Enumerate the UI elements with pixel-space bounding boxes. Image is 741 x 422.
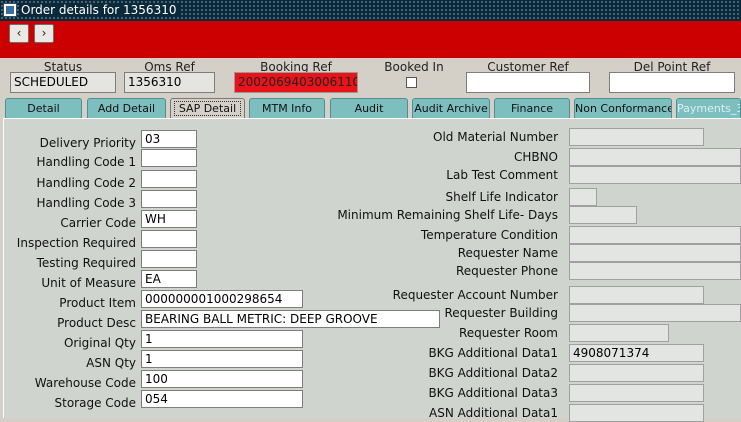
handling-code-2-label: Handling Code 2: [36, 176, 136, 190]
chbno-label: CHBNO: [513, 150, 558, 164]
tab-audit-archive[interactable]: Audit Archive: [412, 98, 490, 118]
handling-code-1-field[interactable]: [141, 149, 197, 167]
tab-non-conformance[interactable]: Non Conformance: [574, 98, 672, 118]
minimum-remaining-shelf-life-days-field[interactable]: [569, 206, 637, 224]
minimum-remaining-shelf-life-days-label: Minimum Remaining Shelf Life- Days: [337, 208, 558, 222]
chbno-field[interactable]: [569, 148, 741, 166]
booked-in-checkbox[interactable]: [406, 77, 417, 88]
window-titlebar: Order details for 1356310: [0, 0, 741, 21]
bkg-additional-data3-label: BKG Additional Data3: [428, 386, 558, 400]
del-point-ref-field[interactable]: [609, 72, 735, 93]
requester-room-field[interactable]: [569, 324, 669, 342]
storage-code-label: Storage Code: [54, 396, 137, 410]
asn-qty-field[interactable]: 1: [141, 350, 303, 368]
bkg-additional-data3-field[interactable]: [569, 384, 704, 402]
tab-mtm-info[interactable]: MTM Info: [249, 98, 325, 118]
carrier-code-field[interactable]: WH: [141, 210, 197, 228]
product-item-label: Product Item: [59, 296, 136, 310]
toolbar-band: [0, 21, 741, 58]
requester-phone-field[interactable]: [569, 262, 741, 280]
shelf-life-indicator-field[interactable]: [569, 188, 597, 206]
handling-code-1-label: Handling Code 1: [36, 155, 136, 169]
asn-additional-data1-field[interactable]: [569, 404, 704, 422]
shelf-life-indicator-label: Shelf Life Indicator: [445, 190, 558, 204]
asn-additional-data1-label: ASN Additional Data1: [429, 406, 558, 420]
requester-room-label: Requester Room: [458, 326, 558, 340]
warehouse-code-field[interactable]: 100: [141, 370, 303, 388]
product-desc-field[interactable]: BEARING BALL METRIC: DEEP GROOVE: [141, 310, 440, 328]
lab-test-comment-field[interactable]: [569, 166, 741, 184]
temperature-condition-label: Temperature Condition: [420, 228, 558, 242]
status-field[interactable]: SCHEDULED: [10, 72, 116, 93]
original-qty-field[interactable]: 1: [141, 330, 303, 348]
oms-ref-field[interactable]: 1356310: [124, 72, 215, 93]
warehouse-code-label: Warehouse Code: [34, 376, 136, 390]
tab-audit[interactable]: Audit: [330, 98, 408, 118]
carrier-code-label: Carrier Code: [60, 216, 136, 230]
bkg-additional-data2-field[interactable]: [569, 364, 704, 382]
old-material-number-field[interactable]: [569, 128, 704, 146]
handling-code-3-label: Handling Code 3: [36, 196, 136, 210]
requester-account-number-label: Requester Account Number: [392, 288, 558, 302]
requester-phone-label: Requester Phone: [455, 264, 558, 278]
booking-ref-field[interactable]: 20020694030061100: [234, 72, 358, 93]
requester-account-number-field[interactable]: [569, 286, 704, 304]
window-title: Order details for 1356310: [21, 3, 181, 17]
unit-of-measure-label: Unit of Measure: [41, 276, 136, 290]
testing-required-field[interactable]: [141, 250, 197, 268]
requester-name-label: Requester Name: [457, 246, 558, 260]
next-record-button[interactable]: ›: [34, 24, 54, 43]
handling-code-3-field[interactable]: [141, 190, 197, 208]
handling-code-2-field[interactable]: [141, 170, 197, 188]
product-item-field[interactable]: 000000001000298654: [141, 290, 303, 308]
inspection-required-field[interactable]: [141, 230, 197, 248]
delivery-priority-label: Delivery Priority: [39, 136, 136, 150]
original-qty-label: Original Qty: [63, 336, 136, 350]
requester-building-label: Requester Building: [444, 306, 558, 320]
testing-required-label: Testing Required: [36, 256, 136, 270]
temperature-condition-field[interactable]: [569, 226, 741, 244]
requester-name-field[interactable]: [569, 244, 741, 262]
tab-sap-detail[interactable]: SAP Detail: [170, 98, 245, 118]
bkg-additional-data1-field[interactable]: 4908071374: [569, 344, 704, 362]
lab-test-comment-label: Lab Test Comment: [446, 168, 558, 182]
old-material-number-label: Old Material Number: [433, 130, 558, 144]
unit-of-measure-field[interactable]: EA: [141, 270, 197, 288]
tab-payments[interactable]: Payments_3: [676, 98, 741, 118]
storage-code-field[interactable]: 054: [141, 390, 303, 408]
booked-in-label: Booked In: [384, 60, 444, 74]
bkg-additional-data1-label: BKG Additional Data1: [428, 346, 558, 360]
app-icon: [3, 3, 17, 17]
customer-ref-field[interactable]: [466, 72, 590, 93]
delivery-priority-field[interactable]: 03: [141, 130, 197, 148]
inspection-required-label: Inspection Required: [16, 236, 136, 250]
previous-record-button[interactable]: ‹: [9, 24, 29, 43]
asn-qty-label: ASN Qty: [86, 356, 136, 370]
product-desc-label: Product Desc: [57, 316, 136, 330]
tab-add-detail[interactable]: Add Detail: [87, 98, 166, 118]
tab-detail[interactable]: Detail: [5, 98, 82, 118]
bkg-additional-data2-label: BKG Additional Data2: [428, 366, 558, 380]
requester-building-field[interactable]: [569, 304, 741, 322]
tab-finance[interactable]: Finance: [494, 98, 570, 118]
